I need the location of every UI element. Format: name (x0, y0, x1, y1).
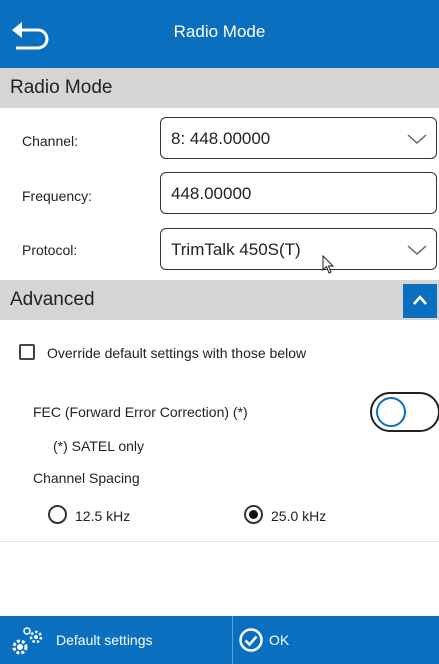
chevron-up-icon (413, 295, 427, 305)
radio-12-5-khz-label[interactable]: 12.5 kHz (75, 508, 130, 524)
toggle-knob (376, 397, 406, 427)
radio-mode-screen: Radio Mode Radio Mode Channel: 8: 448.00… (0, 0, 439, 664)
protocol-label: Protocol: (22, 242, 78, 258)
divider (0, 541, 439, 542)
check-circle-icon (239, 628, 263, 652)
mouse-cursor-icon (322, 255, 335, 274)
default-settings-button[interactable]: Default settings (0, 616, 232, 664)
page-title: Radio Mode (173, 22, 266, 41)
fec-toggle[interactable] (370, 392, 439, 432)
channel-value: 8: 448.00000 (171, 129, 271, 148)
section-radio-mode-title: Radio Mode (10, 77, 113, 98)
channel-spacing-label: Channel Spacing (33, 470, 140, 486)
frequency-input[interactable]: 448.00000 (160, 172, 437, 214)
gears-icon (12, 627, 43, 655)
chevron-down-icon (407, 134, 427, 145)
default-settings-label: Default settings (56, 632, 153, 648)
section-radio-mode: Radio Mode (0, 68, 439, 108)
override-label: Override default settings with those bel… (47, 345, 307, 361)
channel-label: Channel: (22, 133, 79, 149)
radio-12-5-khz[interactable] (48, 505, 67, 524)
protocol-select[interactable]: TrimTalk 450S(T) (160, 228, 437, 270)
radio-25-khz[interactable] (244, 505, 263, 524)
satel-note: (*) SATEL only (53, 438, 145, 454)
title-bar: Radio Mode (0, 0, 439, 68)
frequency-label: Frequency: (22, 188, 93, 204)
collapse-button[interactable] (403, 284, 437, 318)
channel-select[interactable]: 8: 448.00000 (160, 117, 437, 159)
radio-selected-dot (249, 510, 258, 519)
section-advanced-title: Advanced (10, 289, 95, 310)
ok-label: OK (269, 632, 290, 648)
bottom-bar: Default settings OK (0, 616, 439, 664)
protocol-value: TrimTalk 450S(T) (171, 240, 301, 259)
frequency-value: 448.00000 (171, 184, 252, 203)
override-checkbox[interactable] (19, 344, 35, 360)
radio-25-khz-label[interactable]: 25.0 kHz (271, 508, 326, 524)
section-advanced[interactable]: Advanced (0, 280, 439, 320)
chevron-down-icon (407, 245, 427, 256)
ok-button[interactable]: OK (233, 616, 439, 664)
fec-label: FEC (Forward Error Correction) (*) (33, 404, 248, 420)
